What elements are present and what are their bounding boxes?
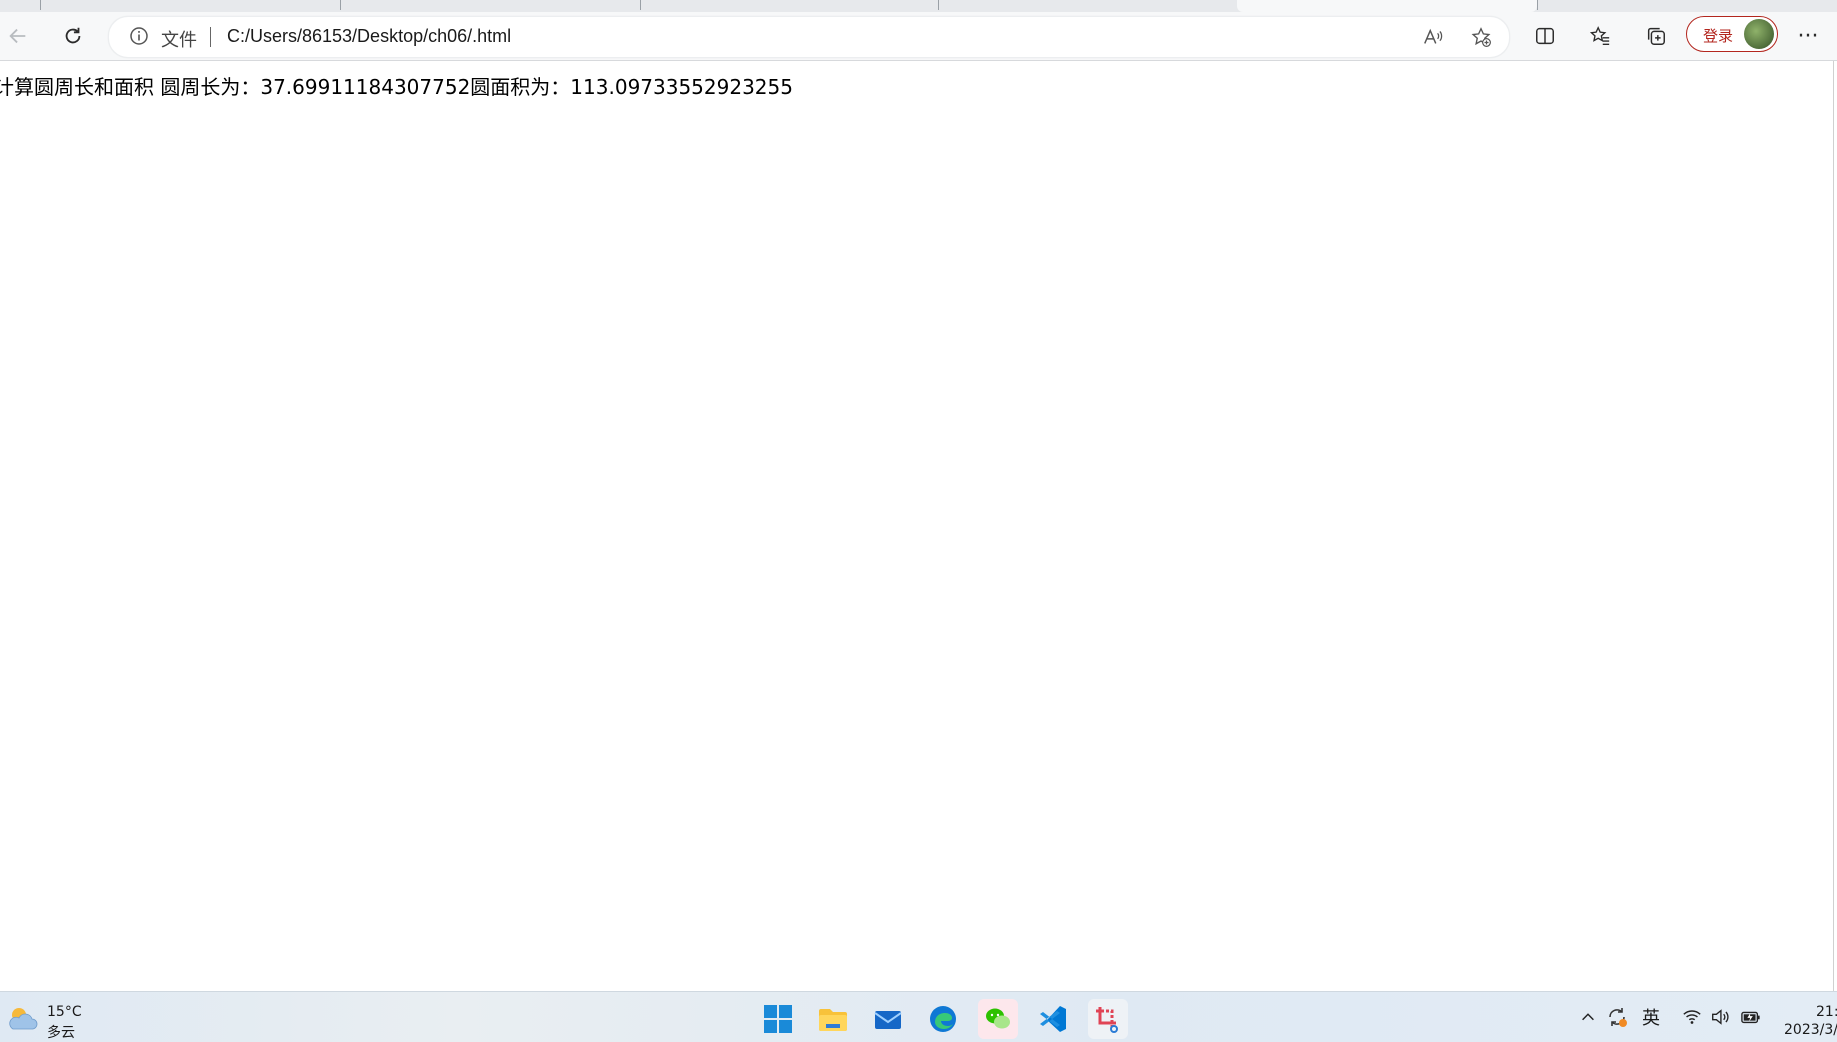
favorites-button[interactable] [1582,18,1618,54]
tab-separator [1537,0,1538,10]
browser-toolbar: 文件 C:/Users/86153/Desktop/ch06/.html 登录 [0,12,1837,61]
wifi-icon [1683,1010,1701,1024]
more-menu-button[interactable]: ··· [1790,18,1826,54]
clock-time[interactable]: 21:2 [1816,1004,1837,1020]
show-hidden-icons-button[interactable] [1579,1006,1597,1028]
weather-temperature: 15°C [47,1004,82,1020]
wifi-button[interactable] [1682,1006,1702,1028]
snipping-tool-icon [1096,1007,1118,1033]
address-bar[interactable]: 文件 C:/Users/86153/Desktop/ch06/.html [108,16,1510,58]
tab-active[interactable] [1237,0,1537,12]
page-body-text: 计算圆周长和面积 圆周长为：37.69911184307752圆面积为：113.… [0,75,793,99]
tab-separator [640,0,641,10]
favorites-icon [1589,26,1610,45]
windows-start-icon [764,1005,792,1033]
battery-charging-icon [1741,1011,1760,1024]
ime-label: 英 [1642,1008,1660,1029]
edge-button[interactable] [923,999,963,1039]
input-method-button[interactable]: 英 [1642,1006,1660,1029]
volume-button[interactable] [1710,1006,1730,1028]
read-aloud-icon [1424,28,1443,44]
mail-icon [874,1011,902,1029]
wechat-button[interactable] [978,999,1018,1039]
collections-button[interactable] [1638,18,1674,54]
read-aloud-button[interactable] [1419,23,1447,51]
avatar [1744,19,1774,49]
edge-icon [930,1006,956,1032]
login-button[interactable]: 登录 [1686,16,1778,52]
refresh-button[interactable] [55,18,91,54]
split-screen-icon [1536,27,1554,45]
chevron-up-icon [1582,1013,1594,1021]
info-icon[interactable] [129,26,149,46]
tab-separator [938,0,939,10]
sync-icon [1609,1008,1627,1027]
vscode-icon [1040,1006,1066,1032]
tab-separator [340,0,341,10]
refresh-icon [65,27,81,44]
split-screen-button[interactable] [1527,18,1563,54]
more-icon: ··· [1797,23,1819,49]
url-text[interactable]: C:/Users/86153/Desktop/ch06/.html [227,26,511,47]
collections-icon [1647,27,1665,45]
star-add-icon [1471,27,1491,47]
battery-button[interactable] [1740,1006,1762,1028]
clock-date[interactable]: 2023/3/ [1784,1022,1837,1038]
start-button[interactable] [758,999,798,1039]
weather-description: 多云 [47,1025,75,1041]
add-favorite-button[interactable] [1467,23,1495,51]
partly-cloudy-icon [9,1008,38,1030]
back-button[interactable] [0,18,36,54]
page-viewport: 计算圆周长和面积 圆周长为：37.69911184307752圆面积为：113.… [0,61,1834,991]
snipping-tool-button[interactable] [1088,999,1128,1039]
login-label: 登录 [1703,27,1734,45]
sync-tray-button[interactable] [1606,1006,1628,1028]
mail-button[interactable] [868,999,908,1039]
protocol-label: 文件 [161,30,197,51]
address-separator [210,27,211,47]
back-arrow-icon [9,28,26,44]
volume-icon [1712,1009,1729,1025]
file-explorer-button[interactable] [813,999,853,1039]
vscode-button[interactable] [1033,999,1073,1039]
taskbar: 15°C 多云 英 21 2023/3/ [0,991,1837,1042]
tab-strip [0,0,1837,12]
tab-separator [40,0,41,10]
folder-icon [819,1009,847,1031]
wechat-icon [986,1008,1010,1029]
